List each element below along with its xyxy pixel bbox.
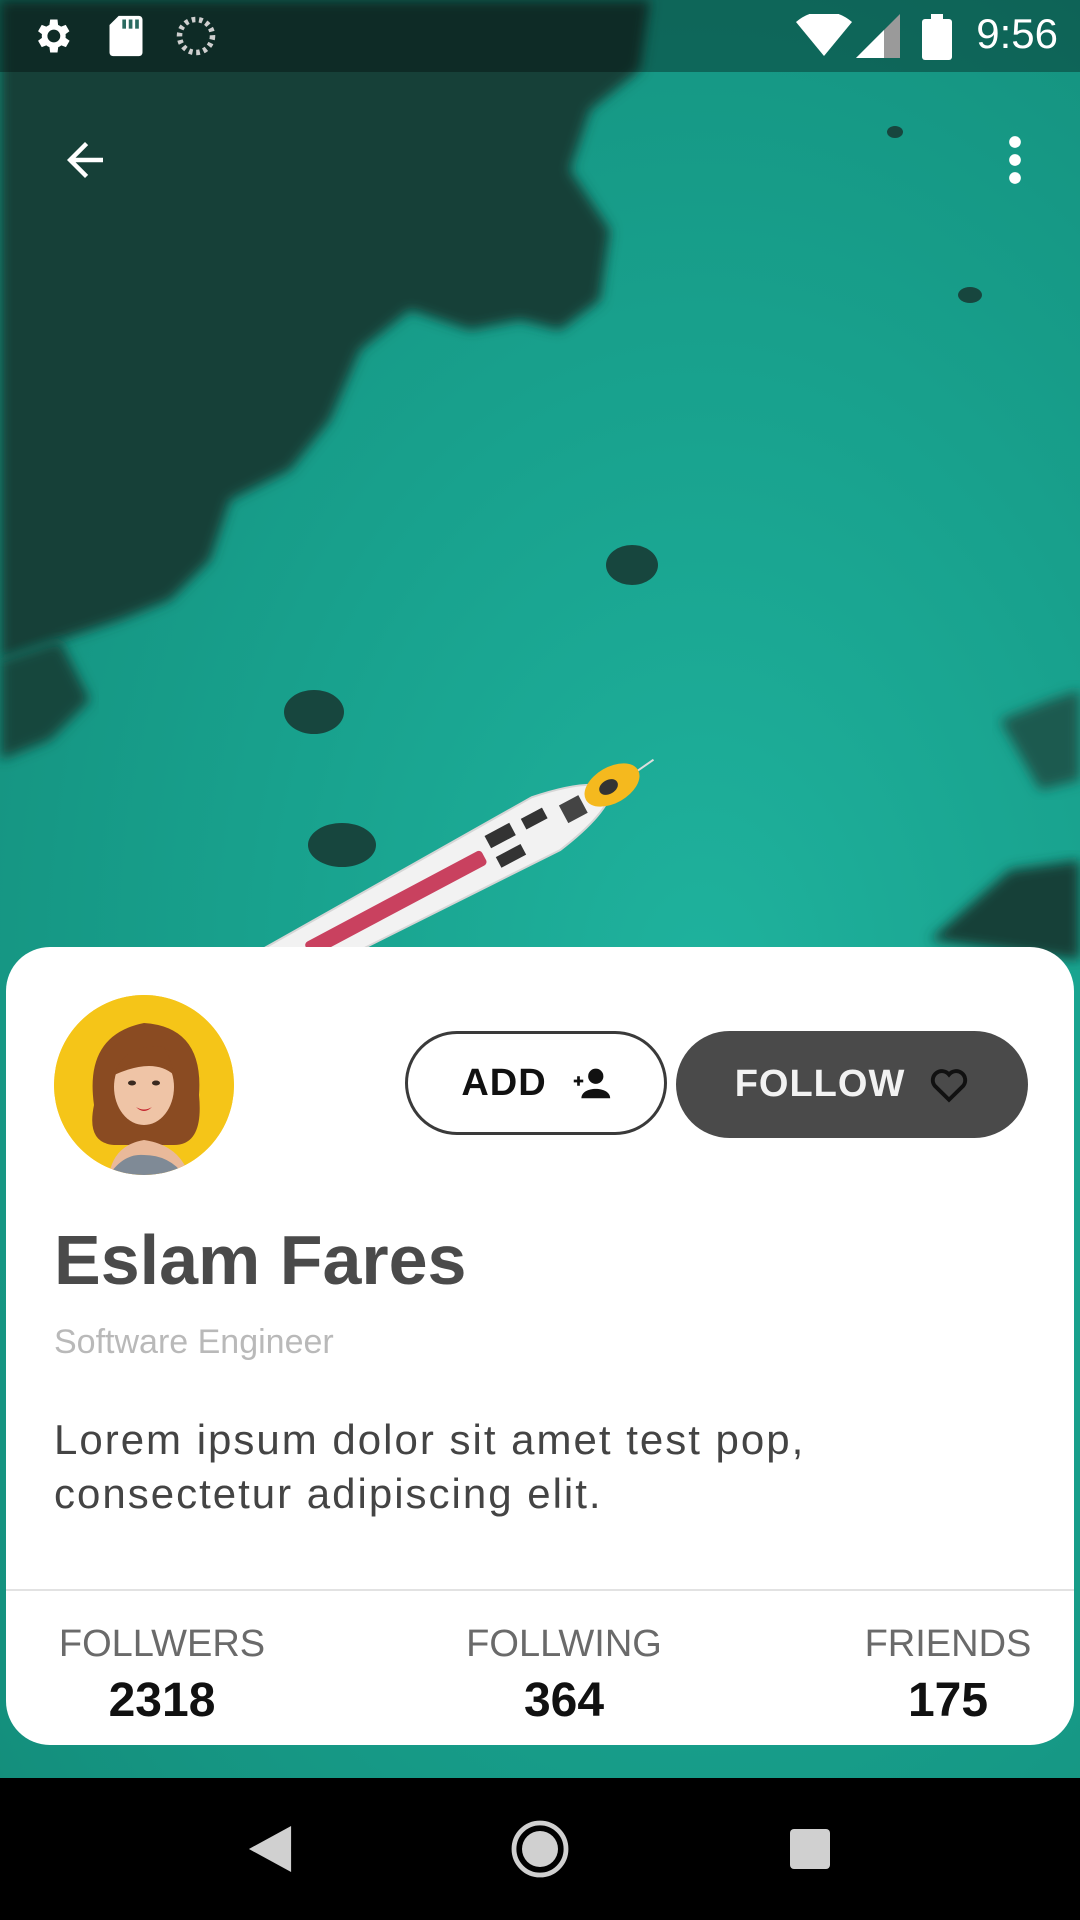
follow-button[interactable]: FOLLOW xyxy=(676,1031,1028,1138)
avatar[interactable] xyxy=(54,995,234,1175)
stat-label: FOLLWERS xyxy=(58,1623,266,1665)
status-time: 9:56 xyxy=(976,10,1058,57)
stat-followers[interactable]: FOLLWERS 2318 xyxy=(54,1625,270,1725)
nav-back-icon xyxy=(248,1826,292,1872)
battery-icon xyxy=(922,14,952,65)
nav-recents-icon xyxy=(790,1829,830,1869)
nav-back-button[interactable] xyxy=(225,1804,315,1894)
profile-screen: 9:56 ADD FOLLOW Eslam Fares Software Eng… xyxy=(0,0,1080,1920)
wifi-icon xyxy=(796,11,852,63)
profile-card: ADD FOLLOW Eslam Fares Software Engineer… xyxy=(6,947,1074,1745)
stat-value: 2318 xyxy=(108,1674,216,1727)
stat-label: FOLLWING xyxy=(466,1623,662,1665)
sync-icon xyxy=(174,14,218,63)
profile-bio: Lorem ipsum dolor sit amet test pop, con… xyxy=(54,1416,806,1517)
back-button[interactable] xyxy=(40,115,130,205)
stat-value: 364 xyxy=(523,1674,605,1727)
add-friend-button[interactable]: ADD xyxy=(405,1031,667,1135)
settings-icon xyxy=(30,14,74,63)
stat-friends[interactable]: FRIENDS 175 xyxy=(858,1625,1038,1725)
more-options-button[interactable] xyxy=(980,115,1050,205)
avatar-image xyxy=(54,995,234,1175)
more-vert-icon xyxy=(1009,136,1021,184)
nav-recents-button[interactable] xyxy=(765,1804,855,1894)
stat-value: 175 xyxy=(907,1674,989,1727)
follow-button-label: FOLLOW xyxy=(734,1063,906,1105)
add-button-label: ADD xyxy=(461,1061,547,1104)
profile-job-title: Software Engineer xyxy=(54,1323,334,1361)
profile-name: Eslam Fares xyxy=(54,1221,467,1299)
sd-card-icon xyxy=(106,14,146,63)
stat-label: FRIENDS xyxy=(864,1623,1032,1665)
arrow-back-icon xyxy=(67,142,103,178)
cell-signal-icon xyxy=(856,14,900,63)
heart-outline-icon xyxy=(931,1068,968,1102)
nav-home-icon xyxy=(511,1820,569,1878)
stat-following[interactable]: FOLLWING 364 xyxy=(456,1625,672,1725)
nav-home-button[interactable] xyxy=(495,1804,585,1894)
person-add-icon xyxy=(573,1068,610,1099)
divider xyxy=(6,1589,1074,1591)
system-navigation-bar xyxy=(0,1778,1080,1920)
status-bar: 9:56 xyxy=(0,0,1080,72)
